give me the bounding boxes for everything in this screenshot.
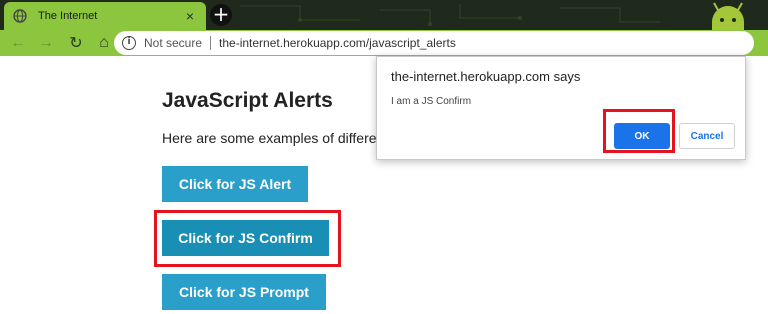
globe-icon xyxy=(12,8,28,24)
android-icon xyxy=(712,2,744,30)
dialog-message: I am a JS Confirm xyxy=(391,96,472,107)
dialog-title: the-internet.herokuapp.com says xyxy=(391,69,581,84)
dialog-cancel-button[interactable]: Cancel xyxy=(679,123,735,149)
url-text[interactable]: the-internet.herokuapp.com/javascript_al… xyxy=(219,36,456,50)
tab-the-internet[interactable]: The Internet × xyxy=(4,2,206,30)
tab-title: The Internet xyxy=(38,10,98,22)
confirm-button-highlight xyxy=(154,210,341,267)
reload-icon[interactable]: ↻ xyxy=(64,31,88,55)
tab-close-icon[interactable]: × xyxy=(182,8,198,24)
page-description: Here are some examples of different xyxy=(162,130,389,146)
not-secure-label: Not secure xyxy=(144,36,203,50)
info-icon[interactable]: i xyxy=(122,36,136,50)
page-title: JavaScript Alerts xyxy=(162,89,333,112)
js-alert-button[interactable]: Click for JS Alert xyxy=(162,166,308,202)
js-prompt-button[interactable]: Click for JS Prompt xyxy=(162,274,326,310)
omnibox-divider xyxy=(210,36,212,50)
address-bar[interactable]: i Not secure the-internet.herokuapp.com/… xyxy=(114,31,754,55)
browser-toolbar: ← → ↻ ⌂ i Not secure the-internet.heroku… xyxy=(0,30,768,56)
ok-button-highlight xyxy=(603,109,675,153)
screenshot: The Internet × + ← → ↻ ⌂ i Not secure th… xyxy=(0,0,768,314)
js-confirm-dialog: the-internet.herokuapp.com says I am a J… xyxy=(376,56,746,160)
back-arrow-icon[interactable]: ← xyxy=(6,31,30,55)
home-icon[interactable]: ⌂ xyxy=(92,31,116,55)
page-content: JavaScript Alerts xyxy=(162,89,333,113)
new-tab-button[interactable]: + xyxy=(210,4,232,26)
tab-strip: The Internet × + xyxy=(0,0,768,30)
forward-arrow-icon[interactable]: → xyxy=(34,31,58,55)
